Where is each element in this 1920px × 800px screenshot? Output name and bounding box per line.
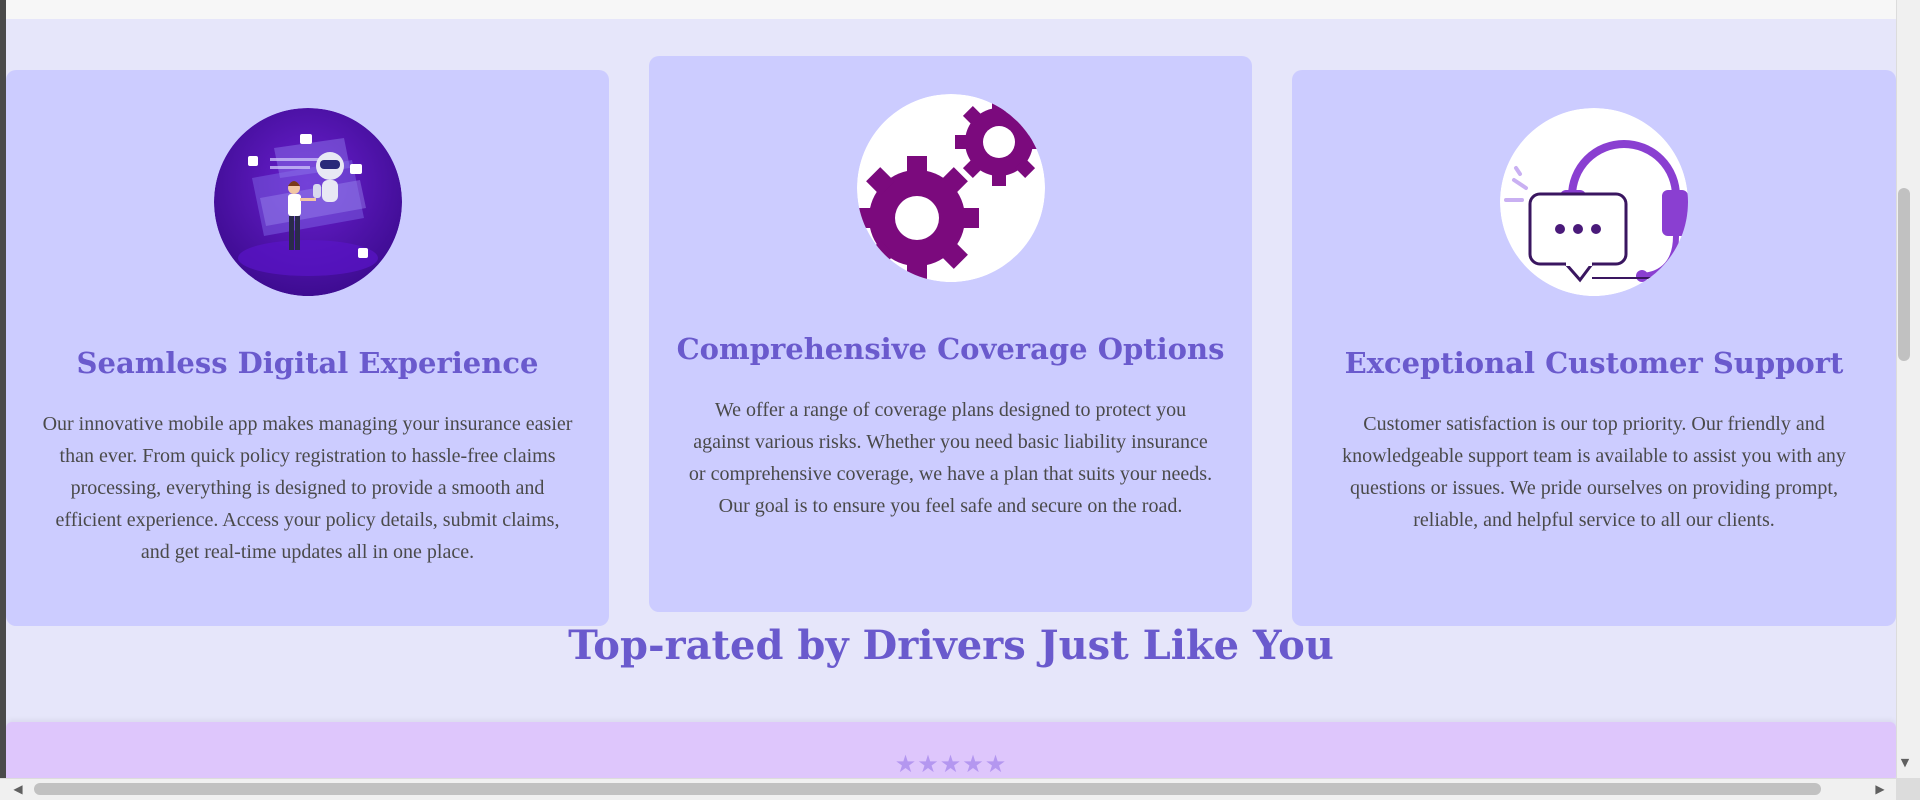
page-viewport: Seamless Digital Experience Our innovati… — [6, 0, 1896, 778]
feature-title: Comprehensive Coverage Options — [676, 332, 1225, 366]
robot-assistant-icon — [213, 108, 402, 296]
horizontal-scrollbar-thumb[interactable] — [34, 783, 1821, 795]
vertical-scrollbar[interactable] — [1896, 0, 1920, 778]
feature-card-support: Exceptional Customer Support Customer sa… — [1292, 70, 1896, 626]
feature-title: Exceptional Customer Support — [1344, 346, 1844, 380]
header-bottom-strip — [6, 0, 1896, 19]
scrollbar-corner — [1896, 778, 1920, 800]
gears-icon — [856, 94, 1045, 282]
scroll-right-arrow-icon[interactable]: ▶ — [1872, 781, 1888, 797]
feature-description: Customer satisfaction is our top priorit… — [1342, 413, 1846, 531]
scroll-left-arrow-icon[interactable]: ◀ — [10, 781, 26, 797]
testimonials-heading: Top-rated by Drivers Just Like You — [568, 622, 1334, 669]
feature-description: Our innovative mobile app makes managing… — [42, 413, 573, 563]
vertical-scrollbar-thumb[interactable] — [1898, 188, 1910, 361]
feature-card-coverage: Comprehensive Coverage Options We offer … — [649, 56, 1252, 612]
star-rating: ★★★★★ — [894, 750, 1008, 778]
headset-chat-icon — [1500, 108, 1688, 296]
scroll-down-arrow-icon[interactable]: ▼ — [1898, 756, 1912, 770]
feature-title: Seamless Digital Experience — [76, 346, 539, 380]
feature-card-digital: Seamless Digital Experience Our innovati… — [6, 70, 609, 626]
testimonial-card: ★★★★★ — [6, 722, 1896, 778]
feature-description: We offer a range of coverage plans desig… — [688, 399, 1213, 517]
